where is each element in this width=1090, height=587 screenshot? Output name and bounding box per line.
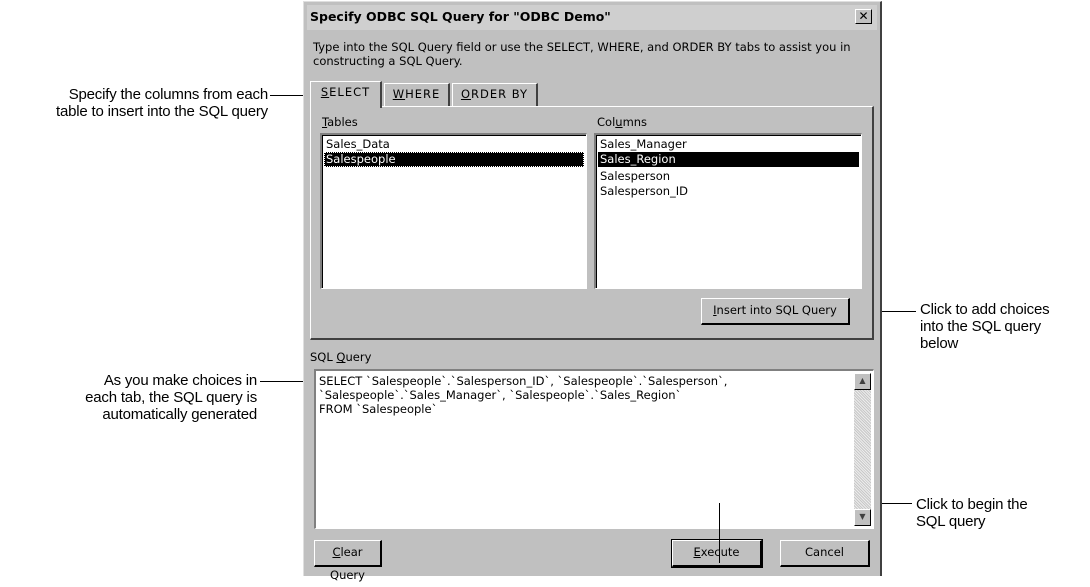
odbc-query-dialog: Specify ODBC SQL Query for "ODBC Demo" ✕… <box>303 1 882 582</box>
tables-listbox[interactable]: Sales_Data Salespeople <box>320 133 587 289</box>
list-item[interactable]: Sales_Manager <box>598 137 859 152</box>
close-button[interactable]: ✕ <box>855 9 872 24</box>
insert-into-sql-query-button[interactable]: Insert into SQL Query <box>701 298 850 325</box>
columns-label: Columns <box>597 115 648 129</box>
list-item[interactable]: Salesperson <box>598 169 859 184</box>
columns-listbox[interactable]: Sales_Manager Sales_Region Salesperson S… <box>594 133 862 289</box>
scroll-down-button[interactable]: ▼ <box>854 509 871 526</box>
execute-button[interactable]: Execute <box>671 539 763 568</box>
execute-annotation: Click to begin the SQL query <box>916 496 1028 530</box>
cancel-button[interactable]: Cancel <box>780 540 870 567</box>
list-item[interactable]: Salesperson_ID <box>598 184 859 199</box>
sql-query-textarea[interactable]: SELECT `Salespeople`.`Salesperson_ID`, `… <box>314 369 874 529</box>
sql-query-text: SELECT `Salespeople`.`Salesperson_ID`, `… <box>319 374 728 416</box>
arrow-down-icon: ▼ <box>859 512 866 521</box>
sql-query-scrollbar[interactable]: ▲ ▼ <box>854 373 871 526</box>
tab-select[interactable]: SELECT <box>310 81 382 108</box>
list-item[interactable]: Sales_Region <box>598 152 859 167</box>
execute-leader-vertical <box>719 503 720 563</box>
dialog-title: Specify ODBC SQL Query for "ODBC Demo" <box>310 9 611 24</box>
sql-query-label: SQL Query <box>310 350 372 364</box>
tab-where[interactable]: WHERE <box>384 83 450 107</box>
tables-label: Tables <box>322 115 358 129</box>
insert-annotation: Click to add choices into the SQL query … <box>920 301 1050 352</box>
close-icon: ✕ <box>858 9 869 23</box>
query-annotation: As you make choices in each tab, the SQL… <box>85 372 257 423</box>
title-bar: Specify ODBC SQL Query for "ODBC Demo" ✕ <box>307 5 877 30</box>
instructions-text: Type into the SQL Query field or use the… <box>313 40 851 68</box>
arrow-up-icon: ▲ <box>859 376 866 385</box>
columns-annotation: Specify the columns from each table to i… <box>56 86 268 120</box>
tab-order-by[interactable]: ORDER BY <box>452 83 538 107</box>
list-item[interactable]: Sales_Data <box>324 137 584 152</box>
list-item[interactable]: Salespeople <box>324 152 584 167</box>
scroll-up-button[interactable]: ▲ <box>854 373 871 390</box>
clear-query-button[interactable]: Clear Query <box>314 540 382 582</box>
